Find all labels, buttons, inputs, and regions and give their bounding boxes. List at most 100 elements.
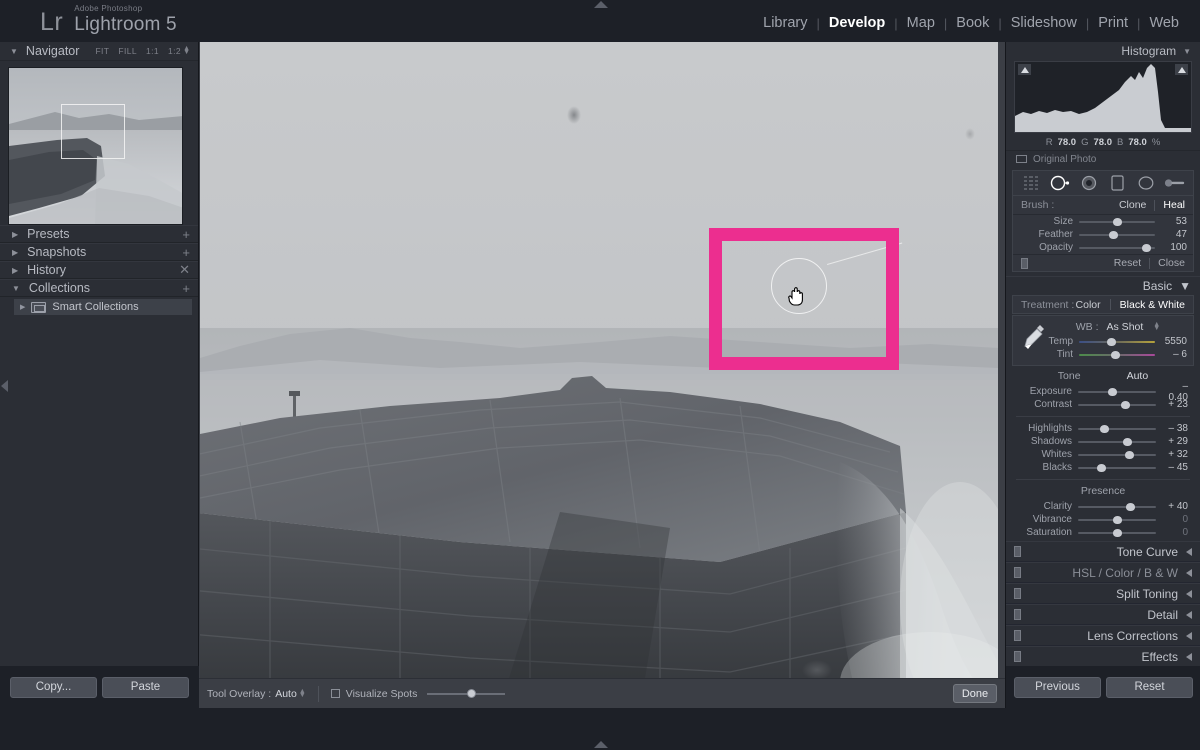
slider-knob[interactable] (467, 689, 476, 698)
navigator-zoom-stepper-icon[interactable]: ▲▼ (183, 47, 190, 55)
presets-action-button[interactable]: + (182, 227, 190, 242)
sidebar-item-presets[interactable]: ▶Presets+ (0, 225, 198, 243)
adjustment-brush-tool-icon[interactable] (1164, 173, 1186, 193)
wb-value[interactable]: As Shot (1107, 321, 1144, 333)
blacks-track[interactable] (1078, 462, 1156, 473)
tint-value[interactable]: – 6 (1161, 349, 1187, 360)
reset-button[interactable]: Reset (1106, 677, 1193, 698)
filmstrip-collapse-toggle[interactable] (594, 741, 608, 749)
slider-opacity[interactable]: Opacity100 (1013, 241, 1193, 254)
whites-track[interactable] (1078, 449, 1156, 460)
navigator-zoom-1-2[interactable]: 1:2 (168, 46, 181, 56)
module-library[interactable]: Library (754, 15, 816, 31)
graduated-filter-tool-icon[interactable] (1106, 173, 1128, 193)
vibrance-value[interactable]: 0 (1162, 514, 1188, 525)
sidebar-item-smart-collections[interactable]: ▶ Smart Collections (14, 299, 192, 315)
basic-panel-header[interactable]: Basic ▼ (1006, 276, 1200, 294)
whites-value[interactable]: + 32 (1162, 449, 1188, 460)
snapshots-action-button[interactable]: + (182, 245, 190, 260)
sidebar-item-snapshots[interactable]: ▶Snapshots+ (0, 243, 198, 261)
navigator-zoom-1-1[interactable]: 1:1 (146, 46, 159, 56)
navigator-crop-rectangle[interactable] (61, 104, 125, 159)
slider-size[interactable]: Size53 (1013, 215, 1193, 228)
module-slideshow[interactable]: Slideshow (1002, 15, 1086, 31)
size-track[interactable] (1079, 216, 1155, 227)
copy-settings-button[interactable]: Copy... (10, 677, 97, 698)
paste-settings-button[interactable]: Paste (102, 677, 189, 698)
navigator-zoom-levels[interactable]: FIT FILL 1:1 1:2 (95, 46, 181, 56)
blacks-value[interactable]: – 45 (1162, 462, 1188, 473)
panel-detail[interactable]: Detail (1006, 604, 1200, 625)
panel-switch-icon[interactable] (1021, 258, 1028, 269)
highlights-knob[interactable] (1100, 425, 1109, 433)
slider-feather[interactable]: Feather47 (1013, 228, 1193, 241)
whites-knob[interactable] (1125, 451, 1134, 459)
size-knob[interactable] (1113, 218, 1122, 226)
tool-overlay-value[interactable]: Auto (275, 688, 297, 700)
shadows-knob[interactable] (1123, 438, 1132, 446)
tint-track[interactable] (1079, 349, 1155, 360)
exposure-knob[interactable] (1108, 388, 1117, 396)
vibrance-track[interactable] (1078, 514, 1156, 525)
contrast-track[interactable] (1078, 399, 1156, 410)
brush-mode-clone[interactable]: Clone (1119, 199, 1146, 211)
brush-mode-heal[interactable]: Heal (1163, 199, 1185, 211)
feather-value[interactable]: 47 (1161, 229, 1187, 240)
temp-value[interactable]: 5550 (1161, 336, 1187, 347)
collections-action-button[interactable]: + (182, 281, 190, 296)
treatment-black-and-white-option[interactable]: Black & White (1120, 299, 1185, 311)
panel-effects[interactable]: Effects (1006, 646, 1200, 667)
clarity-track[interactable] (1078, 501, 1156, 512)
module-develop[interactable]: Develop (820, 15, 894, 31)
saturation-value[interactable]: 0 (1162, 527, 1188, 538)
original-photo-row[interactable]: Original Photo (1006, 150, 1200, 167)
navigator-zoom-fill[interactable]: FILL (118, 46, 137, 56)
shadows-track[interactable] (1078, 436, 1156, 447)
wb-stepper-icon[interactable]: ▲▼ (1153, 323, 1160, 331)
feather-knob[interactable] (1109, 231, 1118, 239)
develop-tool-strip[interactable] (1012, 170, 1194, 196)
clarity-knob[interactable] (1126, 503, 1135, 511)
red-eye-correction-tool-icon[interactable] (1078, 173, 1100, 193)
spot-close-button[interactable]: Close (1158, 257, 1185, 269)
highlights-track[interactable] (1078, 423, 1156, 434)
module-web[interactable]: Web (1140, 15, 1188, 31)
spot-reset-button[interactable]: Reset (1114, 257, 1141, 269)
histogram-shadow-clipping-indicator[interactable] (1018, 64, 1031, 75)
temp-knob[interactable] (1107, 338, 1116, 346)
navigator-header[interactable]: ▼ Navigator FITFILL1:11:2 ▲▼ (0, 42, 198, 61)
exposure-track[interactable] (1078, 386, 1156, 397)
left-panel-collapse-toggle[interactable] (1, 380, 10, 392)
detail-switch-icon[interactable] (1014, 609, 1021, 620)
slider-vibrance[interactable]: Vibrance0 (1012, 513, 1194, 526)
panel-split-toning[interactable]: Split Toning (1006, 583, 1200, 604)
size-value[interactable]: 53 (1161, 216, 1187, 227)
tone-curve-switch-icon[interactable] (1014, 546, 1021, 557)
slider-contrast[interactable]: Contrast+ 23 (1012, 398, 1194, 411)
white-balance-eyedropper-icon[interactable] (1021, 322, 1047, 352)
treatment-color-option[interactable]: Color (1076, 299, 1101, 311)
blacks-knob[interactable] (1097, 464, 1106, 472)
hsl-color-b-w-switch-icon[interactable] (1014, 567, 1021, 578)
radial-filter-tool-icon[interactable] (1135, 173, 1157, 193)
contrast-value[interactable]: + 23 (1162, 399, 1188, 410)
vibrance-knob[interactable] (1113, 516, 1122, 524)
slider-whites[interactable]: Whites+ 32 (1012, 448, 1194, 461)
opacity-value[interactable]: 100 (1161, 242, 1187, 253)
navigator-zoom-fit[interactable]: FIT (95, 46, 109, 56)
sidebar-item-history[interactable]: ▶History✕ (0, 261, 198, 279)
visualize-spots-slider[interactable] (427, 689, 505, 699)
module-picker[interactable]: Library|Develop|Map|Book|Slideshow|Print… (754, 15, 1188, 31)
opacity-track[interactable] (1079, 242, 1155, 253)
visualize-spots-checkbox[interactable] (331, 689, 340, 698)
auto-tone-button[interactable]: Auto (1127, 370, 1149, 382)
slider-exposure[interactable]: Exposure– 0.40 (1012, 385, 1194, 398)
navigator-preview[interactable] (8, 67, 183, 225)
histogram-header[interactable]: Histogram ▼ (1006, 42, 1200, 60)
panel-lens-corrections[interactable]: Lens Corrections (1006, 625, 1200, 646)
panel-hsl-color-b-w[interactable]: HSL / Color / B & W (1006, 562, 1200, 583)
spot-removal-tool-icon[interactable] (1049, 173, 1071, 193)
saturation-knob[interactable] (1113, 529, 1122, 537)
slider-highlights[interactable]: Highlights– 38 (1012, 422, 1194, 435)
contrast-knob[interactable] (1121, 401, 1130, 409)
